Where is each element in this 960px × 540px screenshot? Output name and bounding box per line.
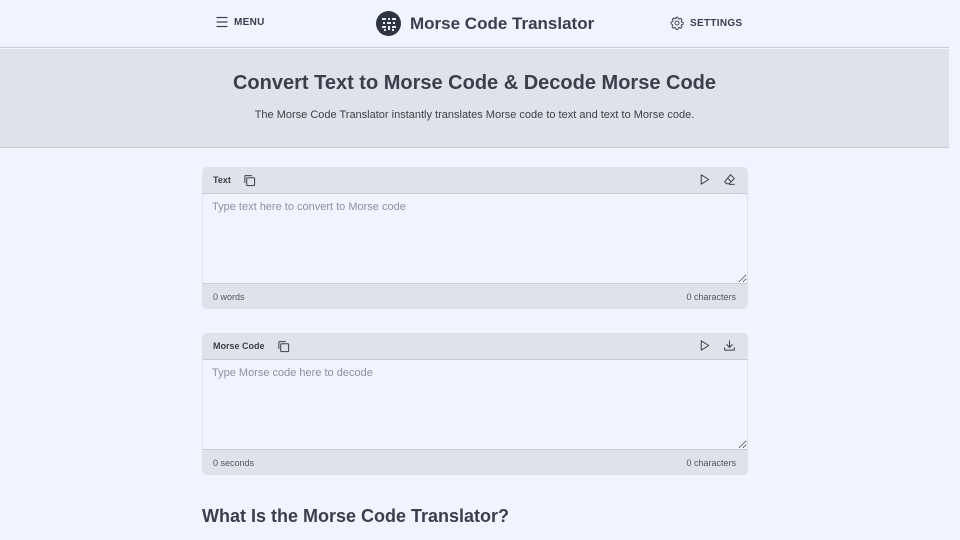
play-icon [700,174,710,185]
download-icon [724,340,735,351]
menu-label: MENU [234,16,265,28]
menu-button[interactable]: MENU [216,16,265,28]
text-panel: Text 0 words 0 characters [202,167,748,309]
word-count: 0 words [213,291,245,302]
morse-panel-footer: 0 seconds 0 characters [202,450,748,475]
play-icon [700,340,710,351]
morse-char-count: 0 characters [686,457,736,468]
play-morse-button[interactable] [698,339,711,352]
morse-panel-header: Morse Code [202,333,748,359]
site-brand[interactable]: Morse Code Translator [376,11,594,36]
section-heading: What Is the Morse Code Translator? [202,506,510,526]
hamburger-icon [216,16,228,28]
clear-button[interactable] [723,173,736,186]
morse-logo-icon [376,11,401,36]
gear-icon [670,16,684,30]
hero-banner: Convert Text to Morse Code & Decode Mors… [0,49,949,148]
morse-panel: Morse Code 0 seconds 0 characters [202,333,748,475]
text-panel-header: Text [202,167,748,193]
download-button[interactable] [723,339,736,352]
play-button[interactable] [698,173,711,186]
morse-input[interactable] [202,359,748,450]
text-input[interactable] [202,193,748,284]
morse-panel-label: Morse Code [213,341,265,351]
site-title: Morse Code Translator [410,13,595,33]
duration-count: 0 seconds [213,457,255,468]
text-panel-footer: 0 words 0 characters [202,284,748,309]
page-title: Convert Text to Morse Code & Decode Mors… [232,72,717,94]
page-subtitle: The Morse Code Translator instantly tran… [254,109,695,121]
text-panel-label: Text [213,175,231,185]
settings-button[interactable]: SETTINGS [670,16,742,30]
text-char-count: 0 characters [686,291,736,302]
copy-icon[interactable] [277,340,290,353]
copy-icon[interactable] [243,174,256,187]
site-header: MENU Morse Code Translator SETTINGS [0,0,949,48]
settings-label: SETTINGS [690,17,743,29]
eraser-icon [724,174,735,185]
